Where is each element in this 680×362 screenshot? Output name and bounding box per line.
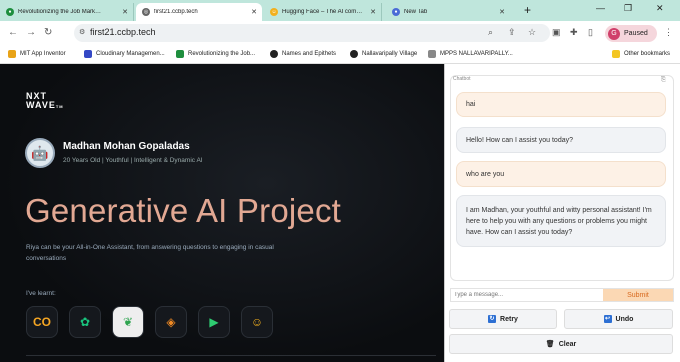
profile-button[interactable]: G Paused bbox=[605, 25, 657, 42]
new-tab-icon[interactable]: + bbox=[524, 3, 531, 17]
tab-first21[interactable]: ◎ first21.ccbp.tech ✕ bbox=[136, 3, 262, 21]
close-tab-icon[interactable]: ✕ bbox=[370, 8, 376, 16]
user-message: who are you bbox=[456, 161, 666, 187]
forward-icon[interactable]: → bbox=[26, 27, 36, 38]
tab-revolutionizing[interactable]: ● Revolutionizing the Job Market | ✕ bbox=[0, 3, 134, 21]
chatbot-label: Chatbot bbox=[453, 76, 471, 82]
undo-button[interactable]: ↩ Undo bbox=[564, 309, 673, 329]
bookmark-label: Other bookmarks bbox=[624, 51, 671, 57]
tab-title: Hugging Face – The AI community bbox=[282, 9, 366, 15]
divider bbox=[26, 355, 436, 356]
profile-status: Paused bbox=[624, 30, 648, 37]
side-panel-icon[interactable]: ▯ bbox=[588, 27, 593, 38]
site-favicon-icon: ◎ bbox=[142, 8, 150, 16]
profile-subtitle: 20 Years Old | Youthful | Intelligent & … bbox=[63, 157, 203, 164]
bookmark-star-icon[interactable]: ☆ bbox=[528, 27, 536, 38]
hugging-face-icon: ☺ bbox=[270, 8, 278, 16]
url-text[interactable]: first21.ccbp.tech bbox=[90, 27, 156, 37]
openai-icon: ✿ bbox=[69, 306, 101, 338]
bookmark-item[interactable]: MPPS NALLAVARIPALLY... bbox=[428, 50, 513, 58]
site-icon bbox=[428, 50, 436, 58]
reload-icon[interactable]: ↻ bbox=[44, 27, 52, 38]
bookmark-label: Revolutionizing the Job... bbox=[188, 51, 256, 57]
bookmark-item[interactable]: MIT App Inventor bbox=[8, 50, 66, 58]
maximize-icon[interactable]: ❐ bbox=[624, 3, 632, 14]
retry-button[interactable]: ↻ Retry bbox=[449, 309, 557, 329]
robot-avatar-icon: 🤖 bbox=[25, 138, 55, 168]
colab-icon: CO bbox=[26, 306, 58, 338]
close-tab-icon[interactable]: ✕ bbox=[499, 8, 505, 16]
clear-button[interactable]: 🗑 Clear bbox=[449, 334, 673, 354]
page-description: Riya can be your All-in-One Assistant, f… bbox=[26, 244, 274, 262]
minimize-icon[interactable]: — bbox=[596, 3, 605, 13]
bookmark-item[interactable]: Cloudinary Managemen... bbox=[84, 50, 165, 58]
bookmark-item[interactable]: Names and Epithets bbox=[270, 50, 336, 58]
extensions-puzzle-icon[interactable]: ✚ bbox=[570, 27, 578, 38]
clear-label: Clear bbox=[558, 340, 577, 348]
profile-avatar: G bbox=[608, 27, 620, 40]
tab-hugging-face[interactable]: ☺ Hugging Face – The AI community ✕ bbox=[264, 3, 382, 21]
stack-icon: ◈ bbox=[155, 306, 187, 338]
tab-new-tab[interactable]: ● New Tab ✕ bbox=[386, 3, 510, 21]
close-window-icon[interactable]: ✕ bbox=[656, 3, 664, 14]
undo-label: Undo bbox=[615, 315, 634, 323]
install-icon[interactable]: ⇪ bbox=[508, 27, 516, 38]
zoom-icon[interactable]: ⌕ bbox=[488, 27, 493, 38]
tools-list: CO ✿ ❦ ◈ ▶ ☺ bbox=[26, 306, 273, 338]
bookmark-label: MPPS NALLAVARIPALLY... bbox=[440, 51, 513, 57]
more-menu-icon[interactable]: ⋮ bbox=[664, 27, 673, 38]
site-icon bbox=[176, 50, 184, 58]
bookmark-item[interactable]: Nallavaripally Village bbox=[350, 50, 417, 58]
hugging-face-icon: ☺ bbox=[241, 306, 273, 338]
bookmark-label: Nallavaripally Village bbox=[362, 51, 418, 57]
close-tab-icon[interactable]: ✕ bbox=[122, 8, 128, 16]
leaf-icon: ❦ bbox=[112, 306, 144, 338]
play-icon: ▶ bbox=[198, 306, 230, 338]
bookmark-item[interactable]: Revolutionizing the Job... bbox=[176, 50, 255, 58]
cloudinary-icon bbox=[84, 50, 92, 58]
retry-label: Retry bbox=[500, 315, 518, 323]
folder-icon bbox=[612, 50, 620, 58]
close-tab-icon[interactable]: ✕ bbox=[251, 8, 257, 16]
submit-button[interactable]: Submit bbox=[603, 289, 673, 301]
share-icon[interactable]: ⎘ bbox=[661, 77, 666, 84]
globe-icon bbox=[350, 50, 358, 58]
nxtwave-logo: NXT WAVETM bbox=[26, 91, 64, 110]
logo-line-2: WAVE bbox=[26, 100, 56, 110]
learnt-label: I've learnt: bbox=[26, 290, 56, 297]
undo-icon: ↩ bbox=[603, 315, 612, 323]
page-title: Generative AI Project bbox=[25, 192, 342, 229]
bot-message: I am Madhan, your youthful and witty per… bbox=[456, 195, 666, 247]
globe-icon bbox=[270, 50, 278, 58]
chrome-icon: ● bbox=[392, 8, 400, 16]
bot-message: Hello! How can I assist you today? bbox=[456, 127, 666, 153]
other-bookmarks[interactable]: Other bookmarks bbox=[612, 50, 670, 58]
site-info-icon[interactable]: ⚙ bbox=[79, 28, 85, 36]
trash-icon: 🗑 bbox=[545, 341, 555, 348]
bookmark-label: MIT App Inventor bbox=[20, 51, 66, 57]
bookmark-label: Names and Epithets bbox=[282, 51, 337, 57]
retry-icon: ↻ bbox=[488, 315, 497, 323]
mit-icon bbox=[8, 50, 16, 58]
message-input[interactable] bbox=[451, 289, 603, 301]
extension-icon[interactable]: ▣ bbox=[552, 27, 561, 38]
tab-title: New Tab bbox=[404, 9, 428, 15]
user-message: hai bbox=[456, 92, 666, 117]
profile-name: Madhan Mohan Gopaladas bbox=[63, 141, 190, 152]
site-favicon-icon: ● bbox=[6, 8, 14, 16]
back-icon[interactable]: ← bbox=[8, 27, 18, 38]
bookmark-label: Cloudinary Managemen... bbox=[96, 51, 165, 57]
tab-title: Revolutionizing the Job Market | bbox=[18, 9, 102, 15]
tab-title: first21.ccbp.tech bbox=[154, 9, 198, 15]
